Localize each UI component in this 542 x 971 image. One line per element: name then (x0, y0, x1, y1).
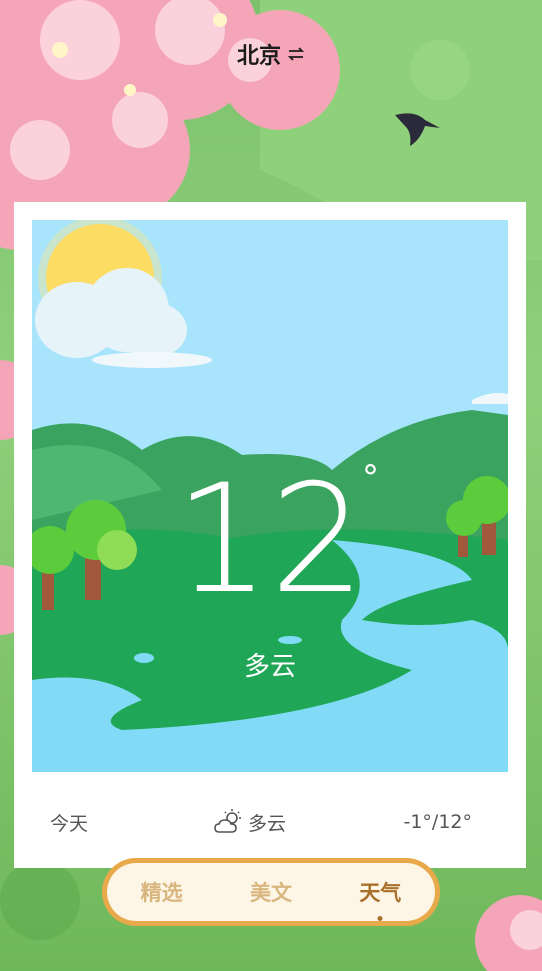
forecast-condition: 多云 (248, 812, 287, 835)
forecast-temp-range: -1°/12° (403, 811, 472, 833)
forecast-day: 今天 (50, 812, 89, 835)
degree-symbol: ° (362, 458, 379, 498)
weather-scene: 12 ° 多云 (32, 220, 508, 772)
current-condition: 多云 (243, 652, 296, 682)
forecast-weather: 多云 (214, 809, 286, 836)
bottom-tab-bar: 精选 美文 天气 (102, 858, 440, 926)
weather-card: 12 ° 多云 今天 多云 -1°/12° (14, 202, 526, 868)
tab-weather[interactable]: 天气 (359, 877, 402, 921)
tab-weather-label: 天气 (359, 881, 402, 905)
active-tab-indicator (377, 916, 383, 921)
partly-cloudy-icon (214, 809, 241, 833)
city-selector[interactable]: 北京 (0, 38, 542, 70)
swap-icon[interactable] (287, 47, 305, 61)
city-name[interactable]: 北京 (237, 38, 281, 70)
forecast-row[interactable]: 今天 多云 -1°/12° (14, 802, 526, 842)
tab-featured[interactable]: 精选 (141, 877, 183, 907)
current-temperature: 12 (174, 453, 366, 627)
tab-essays[interactable]: 美文 (250, 877, 292, 907)
